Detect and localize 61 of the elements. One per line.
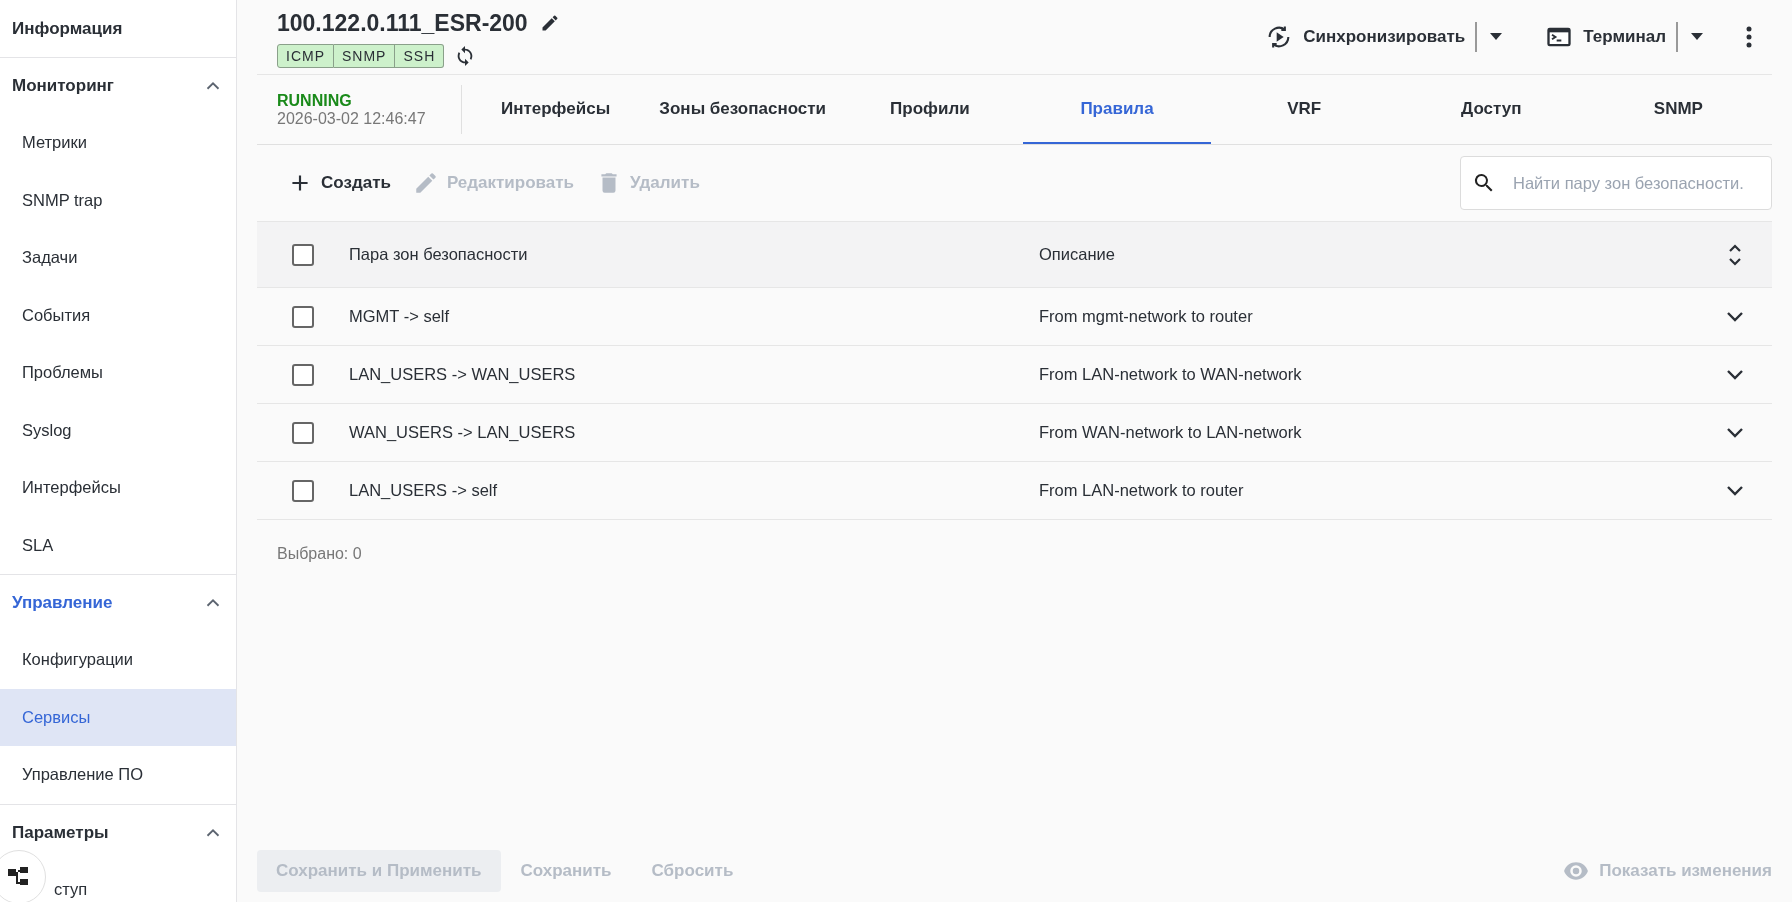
table-cell-text: From LAN-network to WAN-network	[1039, 364, 1303, 386]
checkbox[interactable]	[292, 479, 314, 502]
table-cell-text: LAN_USERS -> self	[349, 480, 499, 502]
sidebar-item[interactable]: Управление ПО	[22, 762, 143, 788]
status-time: 2026-03-02 12:46:47	[277, 109, 427, 128]
section-title: Управление	[12, 592, 113, 615]
sort-icon[interactable]	[1728, 242, 1742, 267]
more-icon	[1746, 26, 1752, 48]
sidebar-item[interactable]: Задачи	[22, 245, 78, 271]
sidebar-item[interactable]: Метрики	[22, 130, 87, 156]
protocol-badge: SSH	[395, 44, 445, 69]
expand-icon[interactable]	[1726, 426, 1744, 439]
checkbox[interactable]	[292, 243, 314, 266]
section-title: Параметры	[12, 821, 109, 844]
column-header[interactable]: Описание	[1039, 242, 1728, 267]
sidebar-item[interactable]: События	[22, 302, 91, 328]
eye-icon	[1563, 862, 1590, 880]
sidebar-item[interactable]: SNMP trap	[22, 187, 103, 213]
sidebar-item[interactable]: Конфигурации	[22, 647, 133, 673]
table-cell-text: From WAN-network to LAN-network	[1039, 422, 1303, 444]
expand-icon[interactable]	[1726, 310, 1744, 323]
caret-icon	[1690, 33, 1704, 41]
protocol-badge: ICMP	[277, 44, 334, 69]
sync-button[interactable]: Синхронизировать	[1265, 23, 1476, 51]
table-cell-text: LAN_USERS -> WAN_USERS	[349, 364, 577, 386]
more-button[interactable]	[1746, 26, 1752, 48]
table-cell-text: WAN_USERS -> LAN_USERS	[349, 422, 577, 444]
tab[interactable]: SNMP	[1584, 75, 1772, 144]
section-title[interactable]: Информация	[12, 15, 123, 42]
table-cell-text: From LAN-network to router	[1039, 480, 1245, 502]
checkbox[interactable]	[292, 363, 314, 386]
sidebar-item[interactable]: Syslog	[22, 417, 72, 443]
sidebar-item[interactable]: ступ	[54, 876, 88, 902]
tab[interactable]: Профили	[836, 75, 1024, 144]
caret-icon	[1489, 33, 1504, 41]
column-header[interactable]: Пара зон безопасности	[349, 242, 1039, 267]
expand-icon[interactable]	[1726, 368, 1744, 381]
tab[interactable]: Интерфейсы	[462, 75, 650, 144]
create-button[interactable]: Создать	[287, 170, 391, 196]
table-cell-text: From mgmt-network to router	[1039, 306, 1254, 328]
sidebar-item[interactable]: SLA	[22, 532, 54, 558]
tree-view-button[interactable]	[0, 850, 46, 902]
protocol-badge: SNMP	[334, 44, 396, 69]
expand-icon[interactable]	[1726, 484, 1744, 497]
selected-count: Выбрано: 0	[276, 544, 363, 564]
sidebar-item[interactable]: Интерфейсы	[22, 475, 121, 501]
checkbox[interactable]	[292, 305, 314, 328]
checkbox[interactable]	[292, 421, 314, 444]
tab[interactable]: Правила	[1023, 75, 1211, 144]
table-cell-text: MGMT -> self	[349, 306, 451, 328]
tab[interactable]: Доступ	[1397, 75, 1585, 144]
status-text: RUNNING	[277, 91, 353, 110]
sidebar-item[interactable]: Проблемы	[22, 360, 103, 386]
section-title: Мониторинг	[12, 75, 114, 98]
hierarchy-icon	[8, 867, 30, 887]
tab[interactable]: VRF	[1210, 75, 1398, 144]
tab[interactable]: Зоны безопасности	[649, 75, 837, 144]
terminal-button[interactable]: Терминал	[1545, 23, 1676, 51]
sidebar-item[interactable]: Сервисы	[0, 688, 236, 746]
device-title: 100.122.0.111_ESR-200	[277, 8, 528, 38]
search-field[interactable]: Найти пару зон безопасности.	[1460, 156, 1772, 210]
